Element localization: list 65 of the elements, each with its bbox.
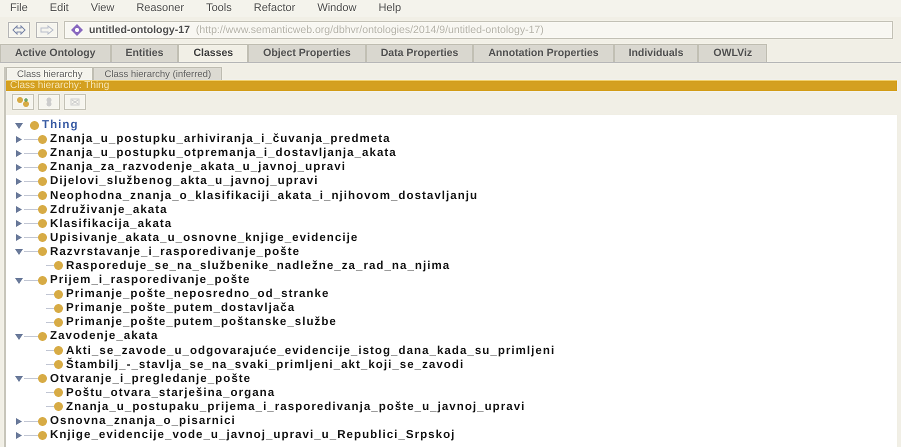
collapsed-arrow-icon[interactable] (14, 134, 24, 144)
class-name[interactable]: Združivanje_akata (50, 204, 168, 216)
tab[interactable]: Classes (178, 44, 248, 62)
tab[interactable]: Data Properties (366, 44, 474, 62)
collapsed-arrow-icon[interactable] (14, 233, 24, 242)
menu-item[interactable]: View (90, 2, 114, 15)
expanded-arrow-icon[interactable] (14, 120, 24, 130)
menu-item[interactable]: Reasoner (136, 2, 184, 15)
class-name[interactable]: Razvrstavanje_i_rasporedivanje_pošte (50, 246, 300, 258)
tab[interactable]: OWLViz (698, 44, 768, 62)
class-name[interactable]: Klasifikacija_akata (50, 218, 172, 230)
menu-item[interactable]: File (10, 2, 28, 15)
class-name[interactable]: Znanja_za_razvodenje_akata_u_javnoj_upravi (50, 161, 346, 174)
collapsed-arrow-icon[interactable] (14, 219, 24, 228)
menu-item[interactable]: Window (317, 2, 356, 15)
tab[interactable]: Class hierarchy (6, 67, 94, 80)
expanded-arrow-icon[interactable] (14, 276, 24, 285)
class-name[interactable]: Primanje_pošte_putem_poštanske_službe (66, 316, 337, 328)
ontology-name: untitled-ontology-17 (89, 24, 190, 36)
class-name[interactable]: Thing (42, 119, 79, 132)
collapsed-arrow-icon[interactable] (14, 191, 24, 200)
tab[interactable]: Annotation Properties (473, 44, 614, 62)
crossed-box-icon (68, 97, 82, 107)
tab[interactable]: Object Properties (248, 44, 366, 62)
expanded-arrow-icon[interactable] (14, 247, 24, 256)
tab[interactable]: Individuals (614, 44, 698, 62)
class-name[interactable]: Neophodna_znanja_o_klasifikaciji_akata_i_njihovom_dostavljanju (50, 190, 478, 202)
collapsed-arrow-icon[interactable] (14, 176, 24, 186)
collapsed-arrow-icon[interactable] (14, 148, 24, 158)
tab[interactable]: Entities (110, 44, 178, 62)
class-name[interactable]: Štambilj_-_stavlja_se_na_svaki_primljeni_akt_koji_se_zavodi (66, 358, 464, 371)
collapsed-arrow-icon[interactable] (14, 205, 24, 214)
menu-item[interactable]: Edit (50, 2, 69, 15)
menu-item[interactable]: Refactor (254, 2, 296, 15)
class-name[interactable]: Primanje_pošte_putem_dostavljača (66, 302, 296, 314)
class-name[interactable]: Prijem_i_rasporedivanje_pošte (50, 274, 250, 286)
panel-header: Class hierarchy: Thing (6, 80, 897, 91)
ontology-iri: (http://www.semanticweb.org/dbhvr/ontologies/2014/9/untitled-ontology-17) (196, 24, 544, 36)
collapsed-arrow-icon[interactable] (14, 430, 24, 440)
menu-item[interactable]: Help (378, 2, 402, 15)
ontology-field[interactable]: untitled-ontology-17 (http://www.semanticweb.org/dbhvr/ontologies/2014/9/untitled-ontology-17) (64, 21, 893, 39)
class-name[interactable]: Poštu_otvara_starješina_organa (66, 386, 276, 399)
class-name[interactable]: Upisivanje_akata_u_osnovne_knjige_evidencije (50, 232, 358, 244)
circles-icon (46, 97, 52, 107)
expanded-arrow-icon[interactable] (14, 332, 24, 341)
class-name[interactable]: Osnovna_znanja_o_pisarnici (50, 415, 236, 428)
back-button[interactable] (8, 22, 30, 38)
tab[interactable]: Class hierarchy (inferred) (93, 67, 222, 80)
class-name[interactable]: Znanja_u_postupku_arhiviranja_i_čuvanja_predmeta (50, 133, 391, 146)
ontology-icon (71, 24, 83, 36)
class-name[interactable]: Zavodenje_akata (50, 330, 158, 342)
expanded-arrow-icon[interactable] (14, 374, 24, 384)
class-name[interactable]: Rasporeduje_se_na_službenike_nadležne_za_rad_na_njima (66, 260, 450, 272)
class-name[interactable]: Dijelovi_službenog_akta_u_javnoj_upravi (50, 175, 318, 188)
collapsed-arrow-icon[interactable] (14, 416, 24, 426)
class-name[interactable]: Znanja_u_postupaku_prijema_i_rasporedivanja_pošte_u_javnoj_upravi (66, 400, 526, 413)
class-name[interactable]: Akti_se_zavode_u_odgovarajuće_evidencije_istog_dana_kada_su_primljeni (66, 344, 556, 357)
class-name[interactable]: Otvaranje_i_pregledanje_pošte (50, 372, 252, 385)
class-name[interactable]: Knjige_evidencije_vode_u_javnoj_upravi_u_Republici_Srpskoj (50, 429, 456, 442)
tab[interactable]: Active Ontology (0, 44, 111, 62)
collapsed-arrow-icon[interactable] (14, 162, 24, 172)
circles-plus-icon (16, 97, 30, 107)
menu-item[interactable]: Tools (206, 2, 232, 15)
class-name[interactable]: Znanja_u_postupku_otpremanja_i_dostavljanja_akata (50, 147, 397, 160)
class-name[interactable]: Primanje_pošte_neposredno_od_stranke (66, 288, 330, 300)
